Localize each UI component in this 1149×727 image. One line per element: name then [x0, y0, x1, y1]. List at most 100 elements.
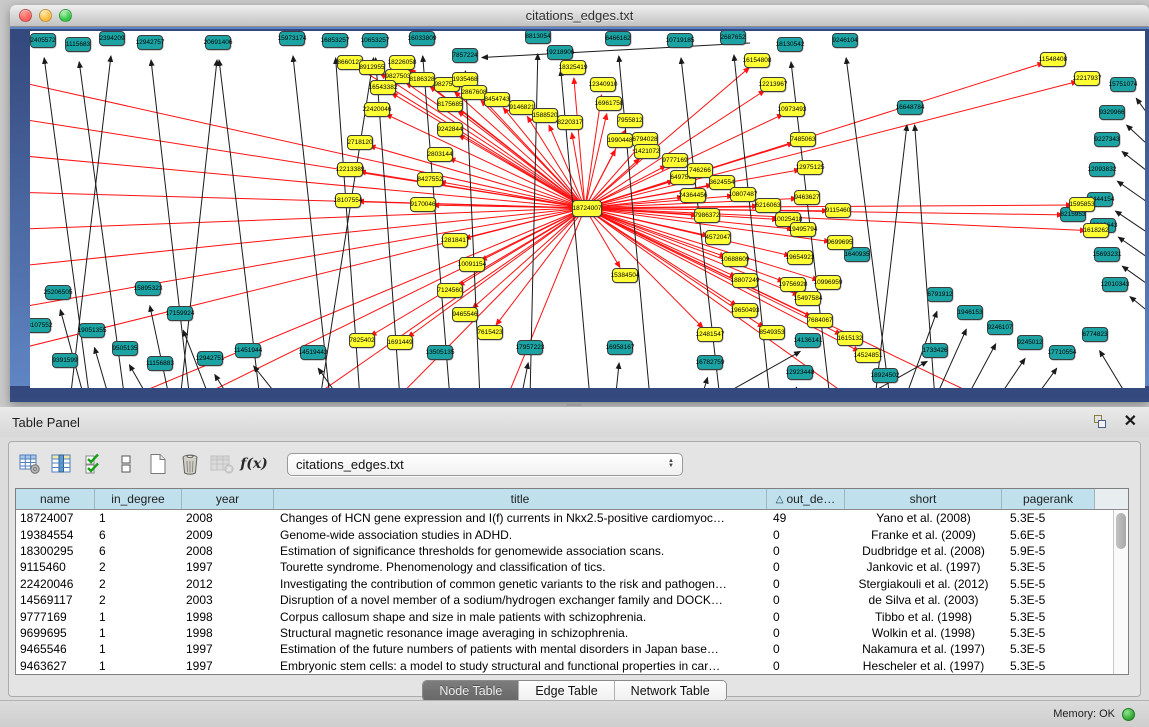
- graph-node[interactable]: 9227343: [1094, 132, 1120, 147]
- graph-node[interactable]: 8912955: [359, 60, 385, 75]
- graph-node[interactable]: 12818417: [442, 233, 468, 248]
- table-row[interactable]: 946362711997Embryonic stem cells: a mode…: [16, 658, 1128, 674]
- graph-node[interactable]: 18226058: [389, 55, 415, 70]
- graph-node[interactable]: 8454743: [484, 92, 510, 107]
- graph-node[interactable]: 12010343: [1102, 277, 1128, 292]
- table-row[interactable]: 1938455462009Genome-wide association stu…: [16, 526, 1128, 542]
- graph-node[interactable]: 1588520: [532, 108, 558, 123]
- graph-node[interactable]: 14136141: [795, 333, 821, 348]
- graph-node[interactable]: 18924502: [872, 368, 898, 383]
- create-new-column-icon[interactable]: [145, 451, 171, 477]
- column-header-in_degree[interactable]: in_degree: [95, 489, 182, 509]
- graph-node[interactable]: 1115683: [65, 37, 91, 52]
- graph-node[interactable]: 7857224: [452, 48, 478, 63]
- graph-node[interactable]: 7615423: [477, 325, 503, 340]
- graph-node[interactable]: 8549353: [759, 325, 785, 340]
- graph-node[interactable]: 16154808: [744, 53, 770, 68]
- panel-resize-grip[interactable]: [566, 402, 582, 406]
- graph-node[interactable]: 12213389: [337, 162, 363, 177]
- graph-node[interactable]: 1615132: [837, 331, 863, 346]
- graph-node[interactable]: 22420046: [364, 102, 390, 117]
- graph-node[interactable]: 12942757: [137, 35, 163, 50]
- graph-node[interactable]: 10973493: [779, 102, 805, 117]
- unselect-all-columns-icon[interactable]: [113, 451, 139, 477]
- show-columns-icon[interactable]: [49, 451, 75, 477]
- graph-node[interactable]: 9246104: [832, 33, 858, 48]
- graph-node[interactable]: 12340910: [590, 77, 616, 92]
- table-mode-icon[interactable]: [17, 451, 43, 477]
- close-panel-icon[interactable]: ✕: [1124, 414, 1137, 430]
- graph-node[interactable]: 10807487: [730, 187, 756, 202]
- graph-node[interactable]: 10653257: [362, 33, 388, 48]
- table-row[interactable]: 977716911998Corpus callosum shape and si…: [16, 608, 1128, 624]
- table-row[interactable]: 2242004622012Investigating the contribut…: [16, 576, 1128, 592]
- graph-node[interactable]: 2687652: [720, 31, 746, 45]
- graph-node[interactable]: 9170046: [410, 197, 436, 212]
- graph-node[interactable]: 7955812: [617, 113, 643, 128]
- graph-node[interactable]: 8175685: [437, 97, 463, 112]
- float-panel-icon[interactable]: [1092, 414, 1110, 430]
- graph-node[interactable]: 13505135: [427, 345, 453, 360]
- graph-node[interactable]: 15973174: [279, 31, 305, 46]
- graph-node[interactable]: 17710554: [1049, 345, 1075, 360]
- graph-node[interactable]: 17957223: [517, 340, 543, 355]
- graph-node[interactable]: 6216063: [755, 198, 781, 213]
- table-select-dropdown[interactable]: citations_edges.txt ▲▼: [287, 453, 683, 476]
- graph-node[interactable]: 18724007: [572, 200, 602, 217]
- graph-node[interactable]: 9699695: [827, 235, 853, 250]
- graph-node[interactable]: 16782759: [697, 355, 723, 370]
- graph-node[interactable]: 15497584: [795, 291, 821, 306]
- graph-node[interactable]: 2803144: [427, 147, 453, 162]
- graph-node[interactable]: 19218906: [547, 45, 573, 60]
- graph-node[interactable]: 12217937: [1074, 71, 1100, 86]
- graph-node[interactable]: 10688609: [722, 252, 748, 267]
- graph-node[interactable]: 18107552: [30, 318, 51, 333]
- graph-node[interactable]: 14524851: [855, 348, 881, 363]
- graph-node[interactable]: 11548408: [1040, 52, 1066, 67]
- function-builder-icon[interactable]: f(x): [241, 451, 267, 477]
- graph-node[interactable]: 12942751: [197, 351, 223, 366]
- column-header-year[interactable]: year: [182, 489, 274, 509]
- graph-node[interactable]: 12975125: [797, 160, 823, 175]
- select-all-columns-icon[interactable]: [81, 451, 107, 477]
- graph-node[interactable]: 1946153: [957, 305, 983, 320]
- graph-node[interactable]: 9329966: [1099, 105, 1125, 120]
- graph-node[interactable]: 9245012: [1017, 335, 1043, 350]
- graph-node[interactable]: 9242844: [437, 122, 463, 137]
- graph-node[interactable]: 12093832: [1089, 162, 1115, 177]
- column-header-pagerank[interactable]: pagerank: [1002, 489, 1095, 509]
- graph-node[interactable]: 10996959: [815, 275, 841, 290]
- graph-node[interactable]: 8220317: [557, 115, 583, 130]
- graph-node[interactable]: 18130542: [777, 37, 803, 52]
- graph-node[interactable]: 24364456: [680, 188, 706, 203]
- graph-node[interactable]: 11451944: [235, 343, 261, 358]
- graph-node[interactable]: 1990448: [607, 133, 633, 148]
- graph-node[interactable]: 18325419: [560, 60, 586, 75]
- graph-node[interactable]: 2405572: [30, 33, 56, 48]
- graph-node[interactable]: 15693231: [1094, 247, 1120, 262]
- graph-node[interactable]: 19654923: [787, 250, 813, 265]
- graph-node[interactable]: 18107554: [335, 193, 361, 208]
- column-header-name[interactable]: name: [16, 489, 95, 509]
- graph-node[interactable]: 15751074: [1110, 77, 1136, 92]
- table-row[interactable]: 911546021997Tourette syndrome. Phenomeno…: [16, 559, 1128, 575]
- table-row[interactable]: 1872400712008Changes of HCN gene express…: [16, 510, 1128, 526]
- graph-node[interactable]: 12481547: [697, 327, 723, 342]
- network-canvas[interactable]: 2405572111568323942091294275720691406159…: [30, 31, 1145, 388]
- graph-node[interactable]: 6466162: [605, 31, 631, 46]
- table-row[interactable]: 1456911722003Disruption of a novel membe…: [16, 592, 1128, 608]
- column-header-short[interactable]: short: [845, 489, 1002, 509]
- graph-node[interactable]: 1421072: [634, 144, 660, 159]
- graph-node[interactable]: 8186328: [409, 72, 435, 87]
- graph-node[interactable]: 14519443: [300, 345, 326, 360]
- table-scrollbar-thumb[interactable]: [1116, 513, 1126, 549]
- graph-node[interactable]: 19650493: [732, 303, 758, 318]
- graph-node[interactable]: 16543382: [370, 80, 396, 95]
- graph-node[interactable]: 6791912: [927, 287, 953, 302]
- graph-node[interactable]: 7485063: [790, 132, 816, 147]
- graph-node[interactable]: 9246107: [987, 320, 1013, 335]
- window-titlebar[interactable]: citations_edges.txt: [10, 5, 1149, 27]
- graph-node[interactable]: 11156883: [147, 356, 173, 371]
- graph-node[interactable]: 20691406: [205, 35, 231, 50]
- graph-node[interactable]: 12923448: [787, 365, 813, 380]
